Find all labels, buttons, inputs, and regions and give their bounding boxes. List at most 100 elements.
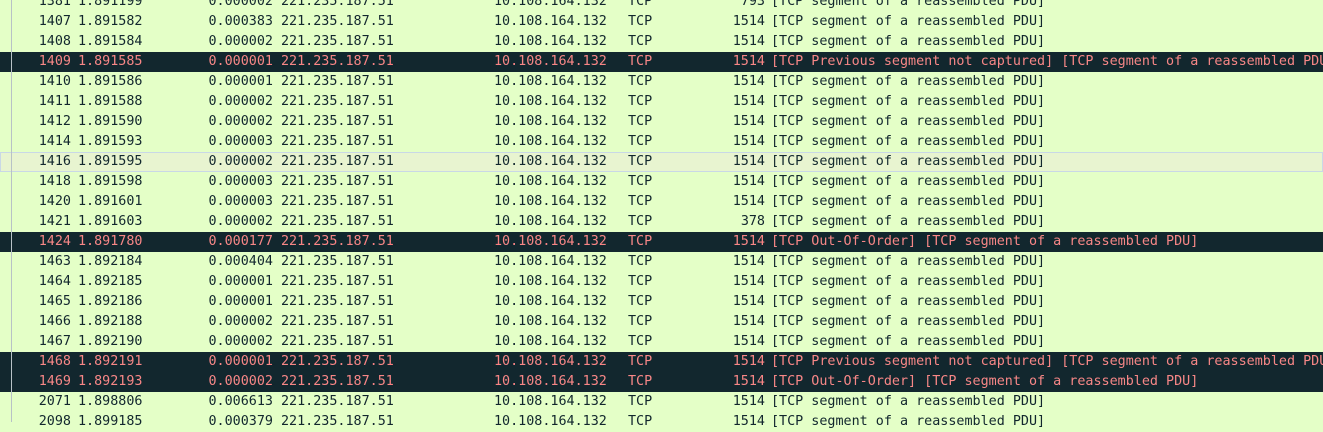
packet-source: 221.235.187.51 [281,414,394,429]
packet-row[interactable]: 1463 1.892184 0.000404 221.235.187.51 10.108… [0,252,1323,272]
packet-time: 1.891588 [78,94,143,109]
packet-number: 1424 [38,234,71,249]
packet-source: 221.235.187.51 [281,274,394,289]
packet-time: 1.892193 [78,374,143,389]
packet-row[interactable]: 1414 1.891593 0.000003 221.235.187.51 10.108… [0,132,1323,152]
packet-protocol: TCP [628,374,653,389]
packet-length: 793 [740,0,765,9]
packet-protocol: TCP [628,94,653,109]
packet-number: 1414 [38,134,71,149]
packet-info: [TCP Previous segment not captured] [TCP… [771,354,1323,369]
packet-delta-time: 0.000177 [208,234,274,249]
packet-source: 221.235.187.51 [281,0,394,9]
packet-info: [TCP segment of a reassembled PDU] [771,394,1046,409]
packet-destination: 10.108.164.132 [494,294,607,309]
packet-info: [TCP segment of a reassembled PDU] [771,0,1046,9]
packet-row[interactable]: 1421 1.891603 0.000002 221.235.187.51 10.108… [0,212,1323,232]
packet-row[interactable]: 1469 1.892193 0.000002 221.235.187.51 10.108… [0,372,1323,392]
packet-row[interactable]: 2098 1.899185 0.000379 221.235.187.51 10.108… [0,412,1323,432]
packet-source: 221.235.187.51 [281,334,394,349]
packet-row[interactable]: 1418 1.891598 0.000003 221.235.187.51 10.108… [0,172,1323,192]
packet-info: [TCP segment of a reassembled PDU] [771,94,1046,109]
packet-protocol: TCP [628,274,653,289]
packet-destination: 10.108.164.132 [494,0,607,9]
packet-protocol: TCP [628,134,653,149]
packet-destination: 10.108.164.132 [494,194,607,209]
packet-info: [TCP segment of a reassembled PDU] [771,74,1046,89]
packet-delta-time: 0.000002 [208,0,274,9]
packet-protocol: TCP [628,354,653,369]
packet-time: 1.891582 [78,14,143,29]
packet-time: 1.898806 [78,394,143,409]
packet-row[interactable]: 1409 1.891585 0.000001 221.235.187.51 10.108… [0,52,1323,72]
packet-time: 1.892191 [78,354,143,369]
packet-row[interactable]: 1381 1.891199 0.000002 221.235.187.51 10.108… [0,0,1323,12]
packet-destination: 10.108.164.132 [494,154,607,169]
packet-row[interactable]: 1467 1.892190 0.000002 221.235.187.51 10.108… [0,332,1323,352]
packet-row[interactable]: 1468 1.892191 0.000001 221.235.187.51 10.108… [0,352,1323,372]
packet-row[interactable]: 1412 1.891590 0.000002 221.235.187.51 10.108… [0,112,1323,132]
packet-delta-time: 0.000002 [208,374,274,389]
packet-length: 1514 [732,314,765,329]
packet-protocol: TCP [628,174,653,189]
packet-length: 378 [740,214,765,229]
packet-destination: 10.108.164.132 [494,254,607,269]
packet-row[interactable]: 1408 1.891584 0.000002 221.235.187.51 10.108… [0,32,1323,52]
packet-number: 1421 [38,214,71,229]
packet-delta-time: 0.000001 [208,74,274,89]
packet-row[interactable]: 1424 1.891780 0.000177 221.235.187.51 10.108… [0,232,1323,252]
packet-destination: 10.108.164.132 [494,354,607,369]
packet-length: 1514 [732,14,765,29]
packet-row[interactable]: 1416 1.891595 0.000002 221.235.187.51 10.108… [0,152,1323,172]
packet-info: [TCP segment of a reassembled PDU] [771,114,1046,129]
packet-length: 1514 [732,274,765,289]
packet-info: [TCP segment of a reassembled PDU] [771,134,1046,149]
packet-row[interactable]: 1410 1.891586 0.000001 221.235.187.51 10.108… [0,72,1323,92]
packet-protocol: TCP [628,234,653,249]
packet-number: 1466 [38,314,71,329]
packet-length: 1514 [732,254,765,269]
packet-time: 1.891584 [78,34,143,49]
packet-info: [TCP segment of a reassembled PDU] [771,294,1046,309]
packet-protocol: TCP [628,0,653,9]
packet-protocol: TCP [628,154,653,169]
packet-row[interactable]: 1464 1.892185 0.000001 221.235.187.51 10.108… [0,272,1323,292]
packet-delta-time: 0.000002 [208,314,274,329]
packet-destination: 10.108.164.132 [494,14,607,29]
packet-length: 1514 [732,74,765,89]
packet-row[interactable]: 2071 1.898806 0.006613 221.235.187.51 10.108… [0,392,1323,412]
packet-info: [TCP segment of a reassembled PDU] [771,414,1046,429]
packet-row[interactable]: 1465 1.892186 0.000001 221.235.187.51 10.108… [0,292,1323,312]
packet-source: 221.235.187.51 [281,394,394,409]
packet-number: 1409 [38,54,71,69]
packet-delta-time: 0.000001 [208,274,274,289]
packet-protocol: TCP [628,34,653,49]
packet-row[interactable]: 1411 1.891588 0.000002 221.235.187.51 10.108… [0,92,1323,112]
packet-source: 221.235.187.51 [281,54,394,69]
packet-number: 1408 [38,34,71,49]
packet-delta-time: 0.000001 [208,354,274,369]
packet-delta-time: 0.000379 [208,414,274,429]
packet-row[interactable]: 1407 1.891582 0.000383 221.235.187.51 10.108… [0,12,1323,32]
packet-time: 1.891601 [78,194,143,209]
packet-source: 221.235.187.51 [281,114,394,129]
packet-row[interactable]: 1420 1.891601 0.000003 221.235.187.51 10.108… [0,192,1323,212]
packet-list[interactable]: 1381 1.891199 0.000002 221.235.187.51 10.108… [0,0,1323,432]
packet-protocol: TCP [628,214,653,229]
packet-info: [TCP segment of a reassembled PDU] [771,214,1046,229]
packet-source: 221.235.187.51 [281,194,394,209]
packet-row[interactable]: 1466 1.892188 0.000002 221.235.187.51 10.108… [0,312,1323,332]
packet-delta-time: 0.000002 [208,214,274,229]
packet-length: 1514 [732,354,765,369]
packet-destination: 10.108.164.132 [494,274,607,289]
packet-time: 1.892186 [78,294,143,309]
packet-number: 1416 [38,154,71,169]
packet-list-rows: 1381 1.891199 0.000002 221.235.187.51 10.108… [0,0,1323,432]
packet-info: [TCP Out-Of-Order] [TCP segment of a rea… [771,234,1199,249]
packet-length: 1514 [732,154,765,169]
packet-time: 1.891586 [78,74,143,89]
packet-list-left-gutter [0,0,12,422]
packet-time: 1.891595 [78,154,143,169]
packet-delta-time: 0.000001 [208,54,274,69]
packet-source: 221.235.187.51 [281,294,394,309]
